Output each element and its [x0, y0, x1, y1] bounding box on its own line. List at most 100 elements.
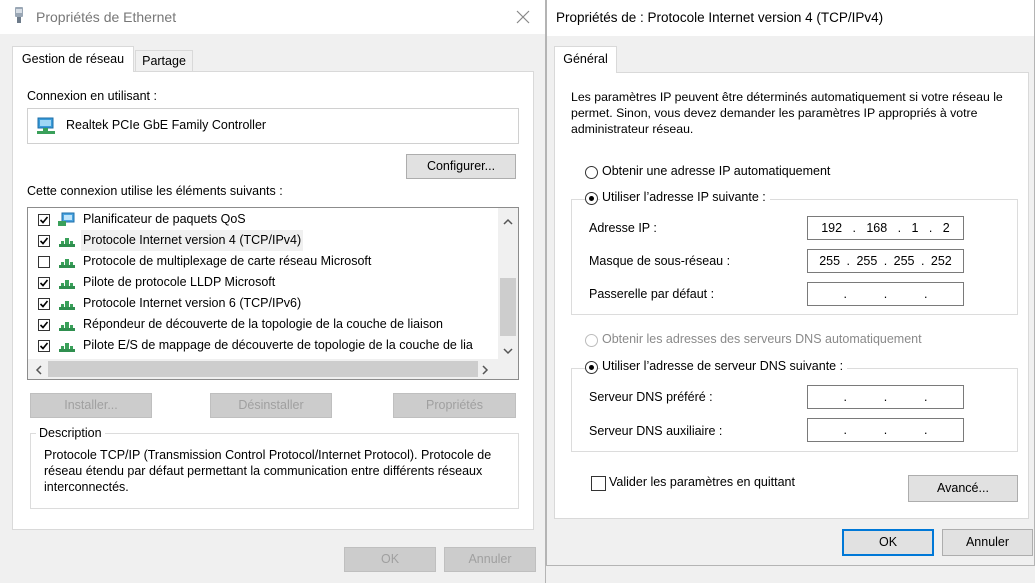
gateway-field[interactable]: . . .: [807, 282, 964, 306]
description-text: Protocole TCP/IP (Transmission Control P…: [44, 448, 492, 494]
component-label: Planificateur de paquets QoS: [83, 212, 246, 226]
tab-partage[interactable]: Partage: [135, 50, 193, 72]
h-scroll-thumb[interactable]: [48, 361, 478, 377]
dns-alternate-field[interactable]: . . .: [807, 418, 964, 442]
ok-button[interactable]: OK: [344, 547, 436, 572]
octet-dot: .: [897, 221, 902, 235]
network-adapter-icon: [14, 7, 24, 25]
octet-dot: .: [846, 254, 850, 268]
component-label: Protocole de multiplexage de carte résea…: [83, 254, 372, 268]
dns-preferred-label: Serveur DNS préféré :: [589, 390, 713, 404]
close-icon[interactable]: [516, 10, 530, 24]
vertical-scrollbar[interactable]: [498, 208, 518, 359]
octet-dot: .: [843, 287, 848, 301]
component-checkbox[interactable]: [38, 298, 50, 310]
radio-manual-ip[interactable]: [585, 192, 598, 205]
octet-dot: .: [923, 390, 928, 404]
mask-octet: 255: [893, 254, 915, 268]
component-checkbox[interactable]: [38, 235, 50, 247]
dns-alternate-label: Serveur DNS auxiliaire :: [589, 424, 723, 438]
component-checkbox[interactable]: [38, 319, 50, 331]
radio-auto-dns[interactable]: [585, 334, 598, 347]
component-checkbox[interactable]: [38, 214, 50, 226]
ethernet-titlebar[interactable]: Propriétés de Ethernet: [0, 0, 545, 34]
subnet-mask-field[interactable]: 255. 255. 255. 252: [807, 249, 964, 273]
radio-manual-ip-label[interactable]: Utiliser l’adresse IP suivante :: [600, 190, 770, 204]
component-checkbox[interactable]: [38, 277, 50, 289]
octet-dot: .: [928, 221, 933, 235]
mask-label: Masque de sous-réseau :: [589, 254, 731, 268]
octet-dot: .: [843, 390, 848, 404]
cancel-button[interactable]: Annuler: [942, 529, 1033, 556]
radio-auto-ip-label[interactable]: Obtenir une adresse IP automatiquement: [602, 164, 830, 178]
radio-manual-dns-label[interactable]: Utiliser l’adresse de serveur DNS suivan…: [600, 359, 848, 373]
uninstall-button[interactable]: Désinstaller: [210, 393, 332, 418]
ethernet-properties-dialog: Propriétés de Ethernet Gestion de réseau…: [0, 0, 546, 583]
component-list-item[interactable]: Répondeur de découverte de la topologie …: [28, 314, 498, 335]
intro-text: Les paramètres IP peuvent être déterminé…: [571, 90, 1003, 136]
component-list-item[interactable]: Pilote de protocole LLDP Microsoft: [28, 272, 498, 293]
octet-dot: .: [843, 423, 848, 437]
scroll-thumb[interactable]: [500, 278, 516, 336]
network-protocol-icon: [58, 338, 76, 359]
ipv4-titlebar[interactable]: Propriétés de : Protocole Internet versi…: [547, 0, 1034, 36]
octet-dot: .: [883, 423, 888, 437]
ip-octet: 168: [866, 221, 888, 235]
components-list[interactable]: Planificateur de paquets QoS Protocole In…: [27, 207, 519, 380]
cancel-button[interactable]: Annuler: [444, 547, 536, 572]
connect-label: Connexion en utilisant :: [27, 89, 157, 103]
tab-label: Partage: [142, 54, 186, 68]
properties-button[interactable]: Propriétés: [393, 393, 516, 418]
scroll-down-icon[interactable]: [503, 344, 513, 358]
window-title: Propriétés de : Protocole Internet versi…: [556, 10, 884, 25]
component-list-item[interactable]: Planificateur de paquets QoS: [28, 209, 498, 230]
ip-address-field[interactable]: 192. 168. 1. 2: [807, 216, 964, 240]
component-list-item[interactable]: Protocole de multiplexage de carte résea…: [28, 251, 498, 272]
gateway-label: Passerelle par défaut :: [589, 287, 715, 301]
items-label: Cette connexion utilise les éléments sui…: [27, 184, 283, 198]
scroll-left-icon[interactable]: [35, 364, 42, 378]
component-checkbox[interactable]: [38, 256, 50, 268]
component-list-item[interactable]: Protocole Internet version 4 (TCP/IPv4): [28, 230, 498, 251]
tab-label: Général: [563, 52, 608, 66]
ip-octet: 1: [911, 221, 919, 235]
octet-dot: .: [852, 221, 856, 235]
horizontal-scrollbar[interactable]: [28, 359, 518, 379]
tab-general[interactable]: Général: [554, 46, 617, 73]
radio-auto-ip[interactable]: [585, 166, 598, 179]
component-label: Répondeur de découverte de la topologie …: [83, 317, 443, 331]
ok-button[interactable]: OK: [842, 529, 934, 556]
component-checkbox[interactable]: [38, 340, 50, 352]
component-list-item[interactable]: Pilote E/S de mappage de découverte de t…: [28, 335, 498, 356]
mask-octet: 252: [930, 254, 952, 268]
ipv4-properties-dialog: Propriétés de : Protocole Internet versi…: [546, 0, 1035, 566]
octet-dot: .: [923, 287, 928, 301]
tab-gestion-reseau[interactable]: Gestion de réseau: [12, 46, 134, 72]
advanced-button[interactable]: Avancé...: [908, 475, 1018, 502]
scroll-right-icon[interactable]: [482, 364, 489, 378]
radio-auto-dns-label[interactable]: Obtenir les adresses des serveurs DNS au…: [602, 332, 922, 346]
scroll-up-icon[interactable]: [503, 214, 513, 228]
octet-dot: .: [883, 287, 888, 301]
component-label: Pilote E/S de mappage de découverte de t…: [83, 338, 473, 352]
radio-manual-dns[interactable]: [585, 361, 598, 374]
install-button[interactable]: Installer...: [30, 393, 152, 418]
component-label: Protocole Internet version 6 (TCP/IPv6): [83, 296, 302, 310]
octet-dot: .: [920, 254, 925, 268]
mask-octet: 255: [856, 254, 878, 268]
octet-dot: .: [883, 254, 888, 268]
window-title: Propriétés de Ethernet: [36, 9, 177, 25]
component-list-item[interactable]: Protocole Internet version 6 (TCP/IPv6): [28, 293, 498, 314]
octet-dot: .: [883, 390, 888, 404]
validate-label[interactable]: Valider les paramètres en quittant: [609, 475, 795, 489]
network-card-icon: [36, 117, 56, 138]
octet-dot: .: [923, 423, 928, 437]
adapter-box: Realtek PCIe GbE Family Controller: [27, 108, 519, 144]
dns-preferred-field[interactable]: . . .: [807, 385, 964, 409]
ip-octet: 192: [821, 221, 843, 235]
mask-octet: 255: [819, 254, 841, 268]
ip-octet: 2: [942, 221, 950, 235]
configure-button[interactable]: Configurer...: [406, 154, 516, 179]
component-label: Pilote de protocole LLDP Microsoft: [83, 275, 276, 289]
validate-checkbox[interactable]: [591, 476, 606, 491]
